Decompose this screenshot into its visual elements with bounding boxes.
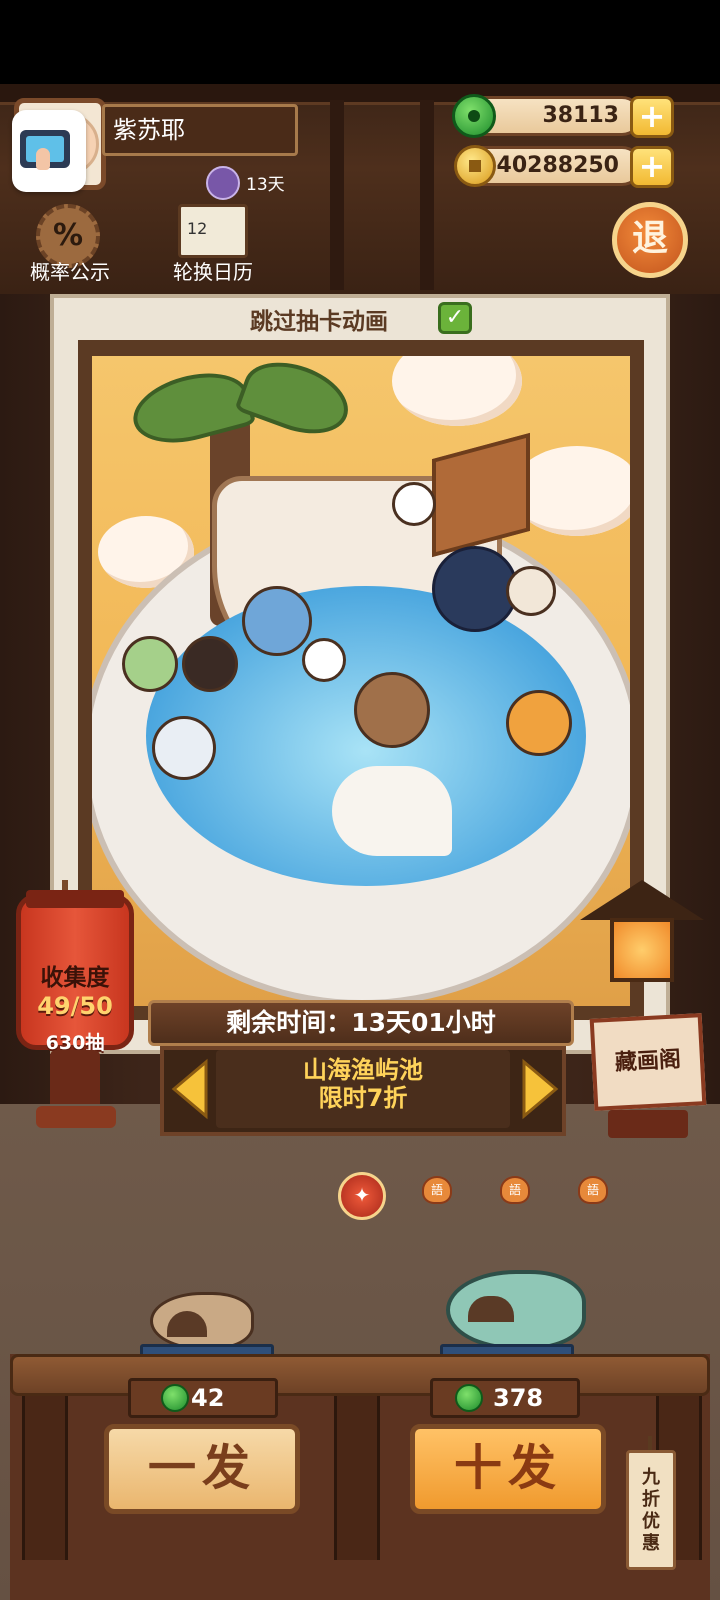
status-bar [0, 0, 720, 84]
calendar-date: 12 [187, 219, 208, 238]
collection-progress: 49/50 [37, 992, 113, 1020]
jade-icon [452, 94, 496, 138]
counter-top [10, 1354, 710, 1396]
floating-assistant-button[interactable] [12, 110, 86, 192]
palm-leaf [234, 356, 358, 447]
rafter [420, 100, 434, 290]
coin-icon [454, 145, 496, 187]
pool-discount: 限时7折 [318, 1084, 408, 1112]
lantern-cap [26, 890, 124, 908]
companion-avatar-icon [206, 166, 240, 200]
character-green-hair [122, 636, 178, 692]
pool-artwork [92, 356, 630, 1006]
player-name: 紫苏耶 [102, 104, 298, 156]
lamp-icon [610, 918, 674, 982]
gallery-button[interactable]: 藏画阁 [589, 1013, 707, 1111]
add-coins-button[interactable]: + [630, 146, 674, 188]
ten-draw-button[interactable]: 十发 [410, 1424, 606, 1514]
skip-animation-checkbox[interactable]: ✓ [438, 302, 472, 334]
character-orange-hair [506, 690, 572, 756]
skip-animation-label[interactable]: 跳过抽卡动画 [250, 302, 388, 336]
add-jade-button[interactable]: + [630, 96, 674, 138]
probability-button-label[interactable]: 概率公示 [20, 256, 120, 285]
single-draw-cost: 42 [128, 1378, 278, 1418]
character-white-hair [152, 716, 216, 780]
exit-button[interactable]: 退 [612, 202, 688, 278]
single-draw-fish-icon [150, 1292, 254, 1350]
wave [332, 766, 452, 856]
single-draw-cost-value: 42 [191, 1384, 225, 1412]
character-duck [392, 482, 436, 526]
fish-eye [468, 1296, 514, 1322]
ten-draw-cost: 378 [430, 1378, 580, 1418]
house [432, 432, 530, 558]
pool-selector-lamp-icon[interactable]: 語 [578, 1176, 608, 1204]
days-counter: 13天 [246, 175, 285, 195]
gallery-base [608, 1110, 688, 1138]
pool-name: 山海渔屿池 [303, 1056, 423, 1084]
next-pool-arrow-icon[interactable] [520, 1058, 560, 1120]
finger-icon [36, 148, 50, 170]
rafter [330, 100, 344, 290]
pool-selector-lamp-icon[interactable]: 語 [500, 1176, 530, 1204]
collection-title: 收集度 [40, 965, 110, 991]
previous-pool-arrow-icon[interactable] [170, 1058, 210, 1120]
ten-draw-fish-icon [446, 1270, 586, 1350]
lantern-base [36, 1106, 116, 1128]
character-duck [302, 638, 346, 682]
remaining-time: 剩余时间：13天01小时 [148, 1000, 574, 1046]
jade-icon [161, 1384, 189, 1412]
jade-icon [455, 1384, 483, 1412]
character-blue-hair [242, 586, 312, 656]
calendar-icon[interactable]: 12 [178, 204, 248, 258]
fish-eye [167, 1311, 207, 1337]
character-dark-hair [182, 636, 238, 692]
character-brown-hair [354, 672, 430, 748]
single-draw-button[interactable]: 一发 [104, 1424, 300, 1514]
counter-post [22, 1396, 68, 1560]
calendar-button-label[interactable]: 轮换日历 [160, 256, 266, 285]
discount-tag-text: 九折优惠 [642, 1467, 660, 1554]
pool-selector-lamp-icon[interactable]: 語 [422, 1176, 452, 1204]
discount-tag: 九折优惠 [626, 1450, 676, 1570]
cloud [392, 356, 522, 426]
character-elder [506, 566, 556, 616]
tablet-icon [20, 130, 70, 170]
counter-post [334, 1396, 380, 1560]
ten-draw-cost-value: 378 [493, 1384, 544, 1412]
pool-selector-active-icon[interactable]: ✦ [338, 1172, 386, 1220]
